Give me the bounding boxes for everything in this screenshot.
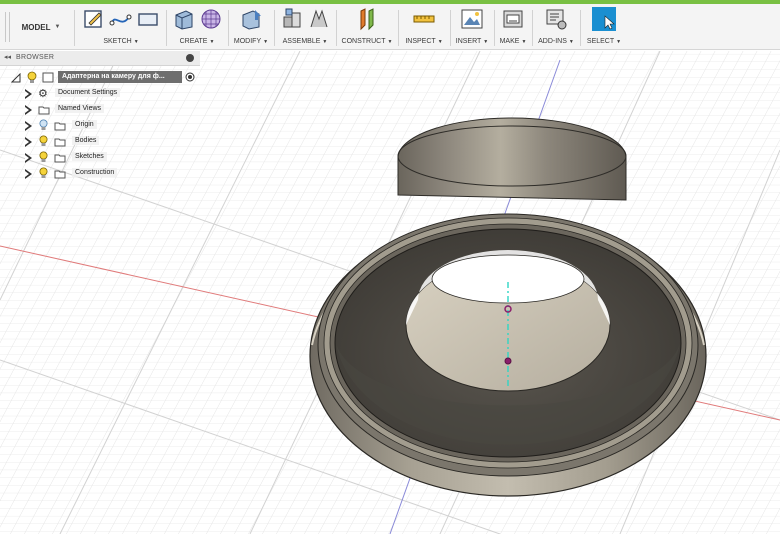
toolbar-group-insert[interactable]: INSERT ▼ [452, 4, 492, 50]
new-component-icon[interactable] [280, 7, 304, 31]
browser-item-label: Construction [72, 168, 118, 177]
main-toolbar: MODEL ▼ SKETCH ▼ CREATE ▼ MODIFY ▼ ASSEM… [0, 4, 780, 50]
visibility-bulb-icon[interactable] [38, 135, 49, 147]
spline-icon[interactable] [109, 7, 133, 31]
visibility-bulb-icon[interactable] [38, 167, 49, 179]
chevron-down-icon: ▼ [483, 39, 489, 45]
root-component-label[interactable]: Адаптерна на камеру для ф... [58, 71, 182, 83]
toolbar-group-select[interactable]: SELECT ▼ [582, 4, 626, 50]
chevron-down-icon: ▼ [322, 39, 328, 45]
visibility-bulb-icon[interactable] [38, 151, 49, 163]
chevron-down-icon: ▼ [568, 39, 574, 45]
toolbar-separator [398, 10, 399, 46]
browser-item-label: Named Views [55, 104, 105, 113]
joint-icon[interactable] [307, 7, 331, 31]
browser-item-label: Origin [72, 120, 97, 129]
toolbar-group-label: CREATE [179, 38, 208, 45]
extrude-icon[interactable] [172, 7, 196, 31]
folder-icon [54, 170, 66, 179]
chevron-down-icon: ▼ [616, 39, 622, 45]
rectangle-icon[interactable] [136, 7, 160, 31]
toolbar-group-add-ins[interactable]: ADD-INS ▼ [534, 4, 578, 50]
toolbar-group-label: INSERT [455, 38, 482, 45]
browser-item-label: Sketches [72, 152, 107, 161]
browser-item-label: Document Settings [55, 88, 121, 97]
browser-pin-icon[interactable] [186, 54, 194, 62]
toolbar-group-label: SKETCH [103, 38, 132, 45]
chevron-down-icon: ▼ [521, 39, 527, 45]
toolbar-group-label: MODIFY [233, 38, 262, 45]
toolbar-separator [580, 10, 581, 46]
tree-expanded-icon[interactable] [11, 73, 21, 83]
insert-image-icon[interactable] [460, 7, 484, 31]
toolbar-separator [336, 10, 337, 46]
workspace-label: MODEL [21, 22, 51, 32]
center-point-bottom[interactable] [504, 357, 512, 365]
toolbar-separator [274, 10, 275, 46]
toolbar-separator [532, 10, 533, 46]
toolbar-separator [494, 10, 495, 46]
scripts-addins-icon[interactable] [544, 7, 568, 31]
tree-collapsed-icon[interactable] [24, 168, 33, 179]
folder-icon [54, 122, 66, 131]
tree-collapsed-icon[interactable] [24, 88, 33, 99]
visibility-bulb-icon[interactable] [26, 71, 38, 84]
toolbar-group-label: INSPECT [405, 38, 436, 45]
toolbar-group-make[interactable]: MAKE ▼ [496, 4, 530, 50]
folder-icon [38, 106, 50, 115]
document-icon [42, 72, 54, 83]
select-cursor-icon[interactable] [592, 7, 616, 31]
tree-collapsed-icon[interactable] [24, 104, 33, 115]
toolbar-group-label: CONSTRUCT [341, 38, 386, 45]
tree-collapsed-icon[interactable] [24, 152, 33, 163]
workspace-switcher-button[interactable]: MODEL ▼ [10, 10, 72, 44]
gear-icon: ⚙ [38, 88, 48, 100]
folder-icon [54, 154, 66, 163]
chevron-down-icon: ▼ [387, 39, 393, 45]
toolbar-group-assemble[interactable]: ASSEMBLE ▼ [276, 4, 334, 50]
toolbar-group-inspect[interactable]: INSPECT ▼ [400, 4, 448, 50]
toolbar-group-sketch[interactable]: SKETCH ▼ [78, 4, 164, 50]
toolbar-group-modify[interactable]: MODIFY ▼ [230, 4, 272, 50]
chevron-down-icon: ▼ [209, 39, 215, 45]
toolbar-separator [166, 10, 167, 46]
toolbar-group-label: ASSEMBLE [282, 38, 321, 45]
toolbar-group-label: ADD-INS [538, 38, 567, 45]
chevron-down-icon: ▼ [54, 24, 61, 30]
toolbar-separator [74, 10, 75, 46]
offset-plane-icon[interactable] [355, 7, 379, 31]
toolbar-separator [450, 10, 451, 46]
browser-title: BROWSER [16, 54, 55, 61]
activate-radio-icon[interactable] [185, 72, 195, 82]
press-pull-icon[interactable] [239, 7, 263, 31]
folder-icon [54, 138, 66, 147]
chevron-down-icon: ▼ [133, 39, 139, 45]
toolbar-group-create[interactable]: CREATE ▼ [168, 4, 226, 50]
3d-print-icon[interactable] [501, 7, 525, 31]
browser-item-label: Bodies [72, 136, 100, 145]
create-sketch-icon[interactable] [82, 7, 106, 31]
tree-collapsed-icon[interactable] [24, 136, 33, 147]
collapse-panel-icon[interactable]: ◂◂ [4, 53, 11, 61]
browser-header[interactable]: ◂◂ BROWSER [0, 51, 200, 66]
browser-panel: ◂◂ BROWSER Адаптерна на камеру для ф... … [0, 51, 200, 183]
toolbar-group-label: MAKE [499, 38, 520, 45]
chevron-down-icon: ▼ [437, 39, 443, 45]
toolbar-separator [228, 10, 229, 46]
chevron-down-icon: ▼ [263, 39, 269, 45]
measure-icon[interactable] [412, 7, 436, 31]
toolbar-group-construct[interactable]: CONSTRUCT ▼ [338, 4, 396, 50]
tree-collapsed-icon[interactable] [24, 120, 33, 131]
form-icon[interactable] [199, 7, 223, 31]
toolbar-group-label: SELECT [586, 38, 615, 45]
visibility-bulb-off-icon[interactable] [38, 119, 49, 131]
